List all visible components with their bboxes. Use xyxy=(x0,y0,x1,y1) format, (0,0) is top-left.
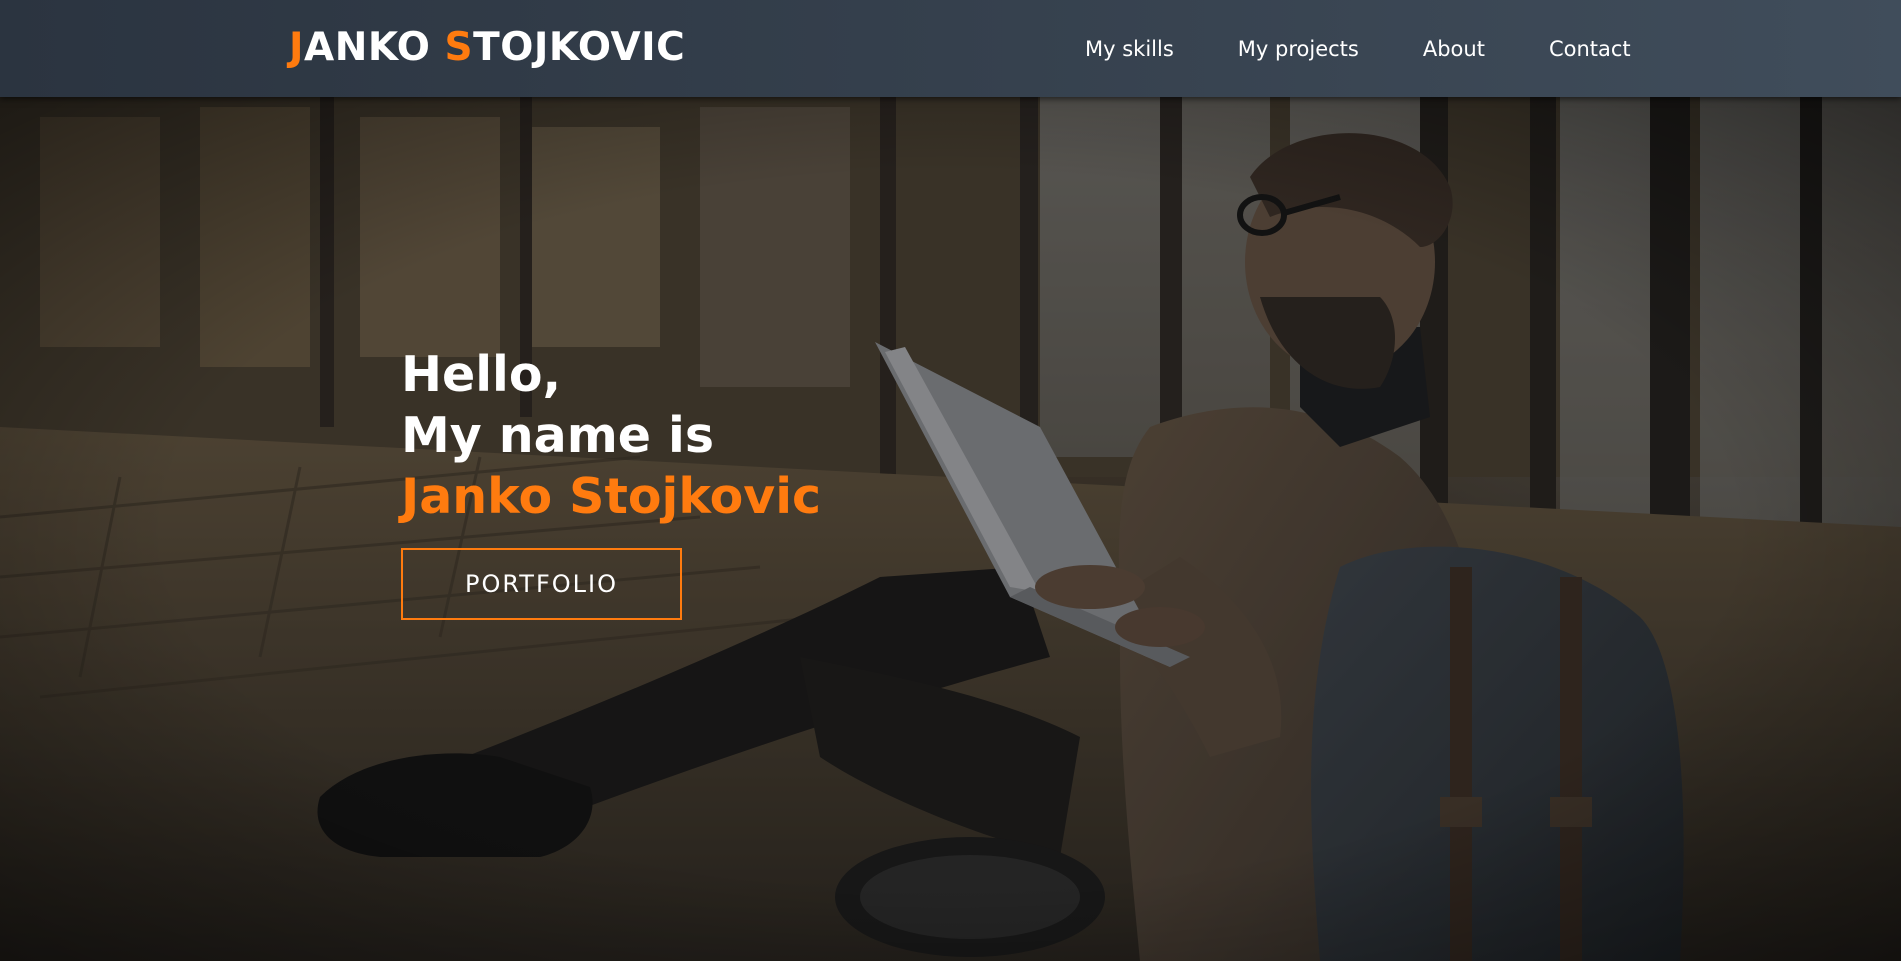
page: JANKO STOJKOVIC My skills My projects Ab… xyxy=(0,0,1901,961)
nav-link-contact[interactable]: Contact xyxy=(1549,34,1631,64)
hero-name: Janko Stojkovic xyxy=(401,468,822,525)
brand-logo[interactable]: JANKO STOJKOVIC xyxy=(289,24,685,72)
hero-section xyxy=(0,97,1901,961)
hero-heading: Hello, My name is Janko Stojkovic xyxy=(401,344,821,527)
hero-greeting: Hello, xyxy=(401,346,562,403)
brand-initial-last: S xyxy=(444,25,474,70)
brand-initial-first: J xyxy=(289,25,305,70)
portfolio-button[interactable]: PORTFOLIO xyxy=(401,548,682,620)
nav-link-my-skills[interactable]: My skills xyxy=(1085,34,1174,64)
hero-intro: My name is xyxy=(401,407,715,464)
navbar: JANKO STOJKOVIC My skills My projects Ab… xyxy=(0,0,1901,97)
nav-links: My skills My projects About Contact xyxy=(1085,34,1631,64)
nav-link-my-projects[interactable]: My projects xyxy=(1238,34,1359,64)
brand-last-name: TOJKOVIC xyxy=(473,25,686,70)
brand-first-name: ANKO xyxy=(304,25,445,70)
hero-background-photo xyxy=(0,97,1901,961)
nav-link-about[interactable]: About xyxy=(1423,34,1485,64)
